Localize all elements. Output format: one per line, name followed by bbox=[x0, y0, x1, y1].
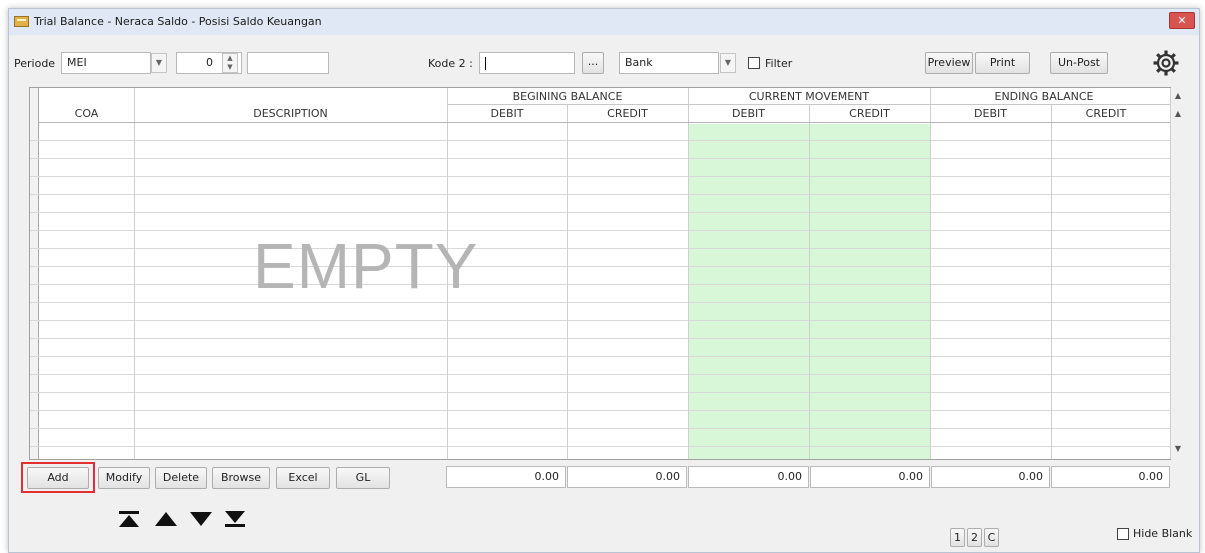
scroll-up-icon[interactable]: ▲ bbox=[1172, 91, 1184, 100]
prev-record-icon[interactable] bbox=[153, 508, 179, 530]
total-cur-credit: 0.00 bbox=[810, 466, 930, 488]
total-end-debit: 0.00 bbox=[931, 466, 1050, 488]
grid-row-line bbox=[30, 230, 1170, 231]
grid-row-line bbox=[30, 302, 1170, 303]
grid-row-line bbox=[30, 392, 1170, 393]
grid-row-line bbox=[30, 266, 1170, 267]
title-bar: Trial Balance - Neraca Saldo - Posisi Sa… bbox=[9, 9, 1199, 35]
delete-button[interactable]: Delete bbox=[155, 467, 207, 489]
close-button[interactable]: ✕ bbox=[1169, 12, 1195, 29]
grid-row-line bbox=[30, 158, 1170, 159]
grid-row-line bbox=[30, 410, 1170, 411]
grid-row-line bbox=[30, 140, 1170, 141]
periode-label: Periode bbox=[14, 57, 56, 70]
grid-row-line bbox=[30, 176, 1170, 177]
column-header-end-credit[interactable]: CREDIT bbox=[1051, 107, 1161, 120]
window-title: Trial Balance - Neraca Saldo - Posisi Sa… bbox=[34, 15, 322, 28]
group-header-begining: BEGINING BALANCE bbox=[512, 90, 623, 103]
grid-row-line bbox=[30, 194, 1170, 195]
column-header-beg-credit[interactable]: CREDIT bbox=[567, 107, 688, 120]
grid-row-line bbox=[30, 320, 1170, 321]
grid-row-line bbox=[30, 338, 1170, 339]
group-header-ending: ENDING BALANCE bbox=[994, 90, 1094, 103]
grid-row-line bbox=[30, 446, 1170, 447]
first-record-icon[interactable] bbox=[116, 508, 142, 530]
gear-icon[interactable] bbox=[1152, 49, 1180, 77]
grid-row-line bbox=[30, 374, 1170, 375]
next-record-icon[interactable] bbox=[188, 508, 214, 530]
grid-row-line bbox=[30, 284, 1170, 285]
grid-row-line bbox=[30, 356, 1170, 357]
unpost-button[interactable]: Un-Post bbox=[1050, 52, 1108, 74]
row-selector-column bbox=[30, 88, 39, 459]
spinner-arrows-icon[interactable]: ▲ ▼ bbox=[222, 53, 238, 73]
total-cur-debit: 0.00 bbox=[688, 466, 809, 488]
column-header-cur-debit[interactable]: DEBIT bbox=[688, 107, 809, 120]
scroll-up-icon-2[interactable]: ▲ bbox=[1172, 109, 1184, 118]
gl-button[interactable]: GL bbox=[336, 467, 390, 489]
filter-label: Filter bbox=[765, 57, 793, 70]
kode-browse-button[interactable]: ... bbox=[582, 52, 604, 74]
last-record-icon[interactable] bbox=[222, 508, 248, 530]
add-button[interactable]: Add bbox=[27, 467, 89, 489]
modify-button[interactable]: Modify bbox=[98, 467, 150, 489]
empty-watermark: EMPTY bbox=[253, 230, 479, 302]
column-header-cur-credit[interactable]: CREDIT bbox=[809, 107, 930, 120]
hide-blank-label: Hide Blank bbox=[1133, 527, 1193, 540]
bank-dropdown-icon[interactable]: ▼ bbox=[720, 53, 736, 73]
group-header-current: CURRENT MOVEMENT bbox=[748, 90, 870, 103]
preview-button[interactable]: Preview bbox=[925, 52, 973, 74]
excel-button[interactable]: Excel bbox=[276, 467, 330, 489]
periode-select[interactable]: MEI bbox=[61, 52, 151, 74]
periode-dropdown-icon[interactable]: ▼ bbox=[151, 53, 167, 73]
column-header-beg-debit[interactable]: DEBIT bbox=[447, 107, 567, 120]
bank-select[interactable]: Bank bbox=[619, 52, 719, 74]
page-2-button[interactable]: 2 bbox=[967, 528, 982, 547]
total-beg-debit: 0.00 bbox=[446, 466, 566, 488]
grid-row-line bbox=[30, 428, 1170, 429]
total-beg-credit: 0.00 bbox=[567, 466, 687, 488]
browse-button[interactable]: Browse bbox=[212, 467, 270, 489]
filter-checkbox[interactable] bbox=[748, 57, 760, 69]
trial-balance-grid[interactable]: BEGINING BALANCE CURRENT MOVEMENT ENDING… bbox=[29, 87, 1181, 460]
total-end-credit: 0.00 bbox=[1051, 466, 1170, 488]
print-button[interactable]: Print bbox=[975, 52, 1030, 74]
column-header-coa[interactable]: COA bbox=[39, 107, 134, 120]
kode-input[interactable] bbox=[479, 52, 575, 74]
extra-field[interactable] bbox=[247, 52, 329, 74]
hide-blank-checkbox[interactable] bbox=[1117, 528, 1129, 540]
kode-label: Kode 2 : bbox=[428, 57, 473, 70]
column-header-end-debit[interactable]: DEBIT bbox=[930, 107, 1051, 120]
column-header-description[interactable]: DESCRIPTION bbox=[134, 107, 447, 120]
app-icon bbox=[14, 16, 29, 27]
grid-row-line bbox=[30, 248, 1170, 249]
scroll-down-icon[interactable]: ▼ bbox=[1172, 444, 1184, 453]
page-c-button[interactable]: C bbox=[984, 528, 999, 547]
page-1-button[interactable]: 1 bbox=[950, 528, 965, 547]
grid-row-line bbox=[30, 212, 1170, 213]
